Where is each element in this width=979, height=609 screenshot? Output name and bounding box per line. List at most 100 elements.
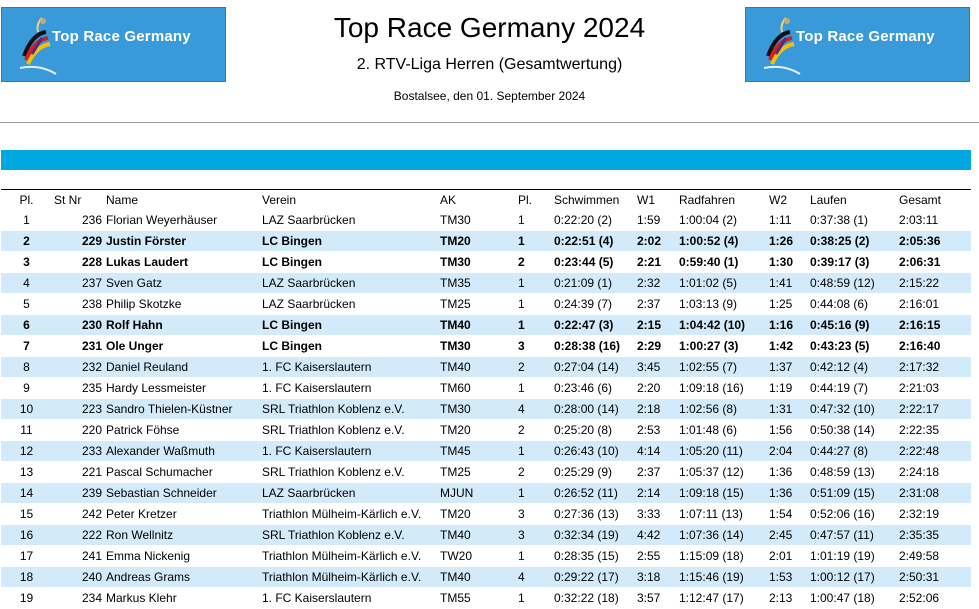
cell-gesamt: 2:49:58	[899, 545, 971, 567]
table-row: 18 240 Andreas Grams Triathlon Mülheim-Kärl…	[1, 566, 971, 588]
cell-gesamt: 2:24:18	[899, 461, 971, 483]
cell-name: Hardy Lessmeister	[106, 377, 262, 399]
cell-gesamt: 2:16:01	[899, 293, 971, 315]
cell-w1: 2:55	[637, 545, 679, 567]
cell-startnummer: 238	[52, 293, 106, 315]
cell-laufen: 0:44:08 (6)	[810, 293, 899, 315]
cell-platz: 14	[1, 482, 52, 504]
cell-platz: 8	[1, 356, 52, 378]
cell-name: Alexander Waßmuth	[106, 440, 262, 462]
table-row: 17 241 Emma Nickenig Triathlon Mülheim-Kärl…	[1, 545, 971, 567]
cell-w1: 2:53	[637, 419, 679, 441]
cell-ak: TM55	[440, 587, 518, 609]
cell-laufen: 0:38:25 (2)	[810, 230, 899, 252]
cell-platz: 19	[1, 587, 52, 609]
cell-ak: MJUN	[440, 482, 518, 504]
cell-gesamt: 2:16:40	[899, 335, 971, 357]
cell-w2: 1:53	[769, 566, 810, 588]
table-row: 13 221 Pascal Schumacher SRL Triathlon Kobl…	[1, 461, 971, 483]
cell-gesamt: 2:06:31	[899, 251, 971, 273]
cell-gesamt: 2:50:31	[899, 566, 971, 588]
cell-verein: Triathlon Mülheim-Kärlich e.V.	[262, 545, 440, 567]
cell-w2: 1:42	[769, 335, 810, 357]
cell-schwimmen: 0:22:47 (3)	[554, 314, 637, 336]
table-row: 15 242 Peter Kretzer Triathlon Mülheim-Kärl…	[1, 503, 971, 525]
cell-w2: 2:13	[769, 587, 810, 609]
cell-ak: TM25	[440, 461, 518, 483]
cell-startnummer: 235	[52, 377, 106, 399]
cell-startnummer: 223	[52, 398, 106, 420]
cell-gesamt: 2:31:08	[899, 482, 971, 504]
cell-laufen: 0:48:59 (12)	[810, 272, 899, 294]
cell-verein: LAZ Saarbrücken	[262, 482, 440, 504]
cell-verein: LC Bingen	[262, 314, 440, 336]
cell-ak: TM40	[440, 524, 518, 546]
cell-w2: 1:11	[769, 210, 810, 231]
table-row: 2 229 Justin Förster LC Bingen TM20 1 0:22:51 …	[1, 230, 971, 252]
cell-laufen: 0:43:23 (5)	[810, 335, 899, 357]
cell-startnummer: 242	[52, 503, 106, 525]
cell-radfahren: 1:12:47 (17)	[679, 587, 769, 609]
col-header-name: Name	[106, 193, 139, 207]
cell-ak-platz: 1	[518, 545, 554, 567]
col-header-radfahren: Radfahren	[679, 193, 736, 207]
cell-gesamt: 2:15:22	[899, 272, 971, 294]
cell-ak: TM25	[440, 293, 518, 315]
cell-ak-platz: 2	[518, 419, 554, 441]
cell-w2: 1:37	[769, 356, 810, 378]
cell-schwimmen: 0:25:20 (8)	[554, 419, 637, 441]
col-header-gesamt: Gesamt	[899, 193, 942, 207]
cell-radfahren: 1:09:18 (16)	[679, 377, 769, 399]
cell-ak-platz: 3	[518, 335, 554, 357]
table-row: 4 237 Sven Gatz LAZ Saarbrücken TM35 1 0:21:09…	[1, 272, 971, 294]
cell-verein: 1. FC Kaiserslautern	[262, 356, 440, 378]
col-header-w2: W2	[769, 193, 787, 207]
table-row: 12 233 Alexander Waßmuth 1. FC Kaiserslaute…	[1, 440, 971, 462]
cell-radfahren: 1:00:52 (4)	[679, 230, 769, 252]
cell-laufen: 0:52:06 (16)	[810, 503, 899, 525]
cell-laufen: 0:47:57 (11)	[810, 524, 899, 546]
cell-laufen: 0:51:09 (15)	[810, 482, 899, 504]
cell-schwimmen: 0:28:38 (16)	[554, 335, 637, 357]
cell-name: Ron Wellnitz	[106, 524, 262, 546]
cell-w1: 2:21	[637, 251, 679, 273]
cell-platz: 17	[1, 545, 52, 567]
cell-w2: 1:54	[769, 503, 810, 525]
cell-schwimmen: 0:32:34 (19)	[554, 524, 637, 546]
cell-name: Rolf Hahn	[106, 314, 262, 336]
cell-laufen: 1:01:19 (19)	[810, 545, 899, 567]
cell-platz: 4	[1, 272, 52, 294]
cell-ak: TM30	[440, 251, 518, 273]
cell-w2: 1:19	[769, 377, 810, 399]
cell-schwimmen: 0:26:52 (11)	[554, 482, 637, 504]
cell-w2: 2:01	[769, 545, 810, 567]
table-row: 7 231 Ole Unger LC Bingen TM30 3 0:28:38 (16) 2…	[1, 335, 971, 357]
cell-ak-platz: 1	[518, 293, 554, 315]
cell-radfahren: 1:00:27 (3)	[679, 335, 769, 357]
cell-schwimmen: 0:24:39 (7)	[554, 293, 637, 315]
cell-name: Emma Nickenig	[106, 545, 262, 567]
cell-verein: LC Bingen	[262, 230, 440, 252]
cell-schwimmen: 0:22:51 (4)	[554, 230, 637, 252]
cell-w2: 1:36	[769, 461, 810, 483]
table-row: 9 235 Hardy Lessmeister 1. FC Kaiserslauter…	[1, 377, 971, 399]
cell-ak: TM20	[440, 419, 518, 441]
cell-radfahren: 1:05:37 (12)	[679, 461, 769, 483]
cell-verein: LC Bingen	[262, 335, 440, 357]
cell-schwimmen: 0:27:36 (13)	[554, 503, 637, 525]
cell-ak-platz: 1	[518, 377, 554, 399]
cell-name: Markus Klehr	[106, 587, 262, 609]
cell-w2: 1:36	[769, 482, 810, 504]
col-header-w1: W1	[637, 193, 655, 207]
cell-w1: 2:32	[637, 272, 679, 294]
cell-schwimmen: 0:23:46 (6)	[554, 377, 637, 399]
cell-ak-platz: 1	[518, 482, 554, 504]
cell-platz: 7	[1, 335, 52, 357]
col-header-stnr: St Nr	[54, 193, 82, 207]
cell-platz: 12	[1, 440, 52, 462]
cell-verein: SRL Triathlon Koblenz e.V.	[262, 419, 440, 441]
cell-schwimmen: 0:26:43 (10)	[554, 440, 637, 462]
cell-gesamt: 2:03:11	[899, 210, 971, 231]
cell-w1: 3:45	[637, 356, 679, 378]
cell-ak-platz: 4	[518, 566, 554, 588]
